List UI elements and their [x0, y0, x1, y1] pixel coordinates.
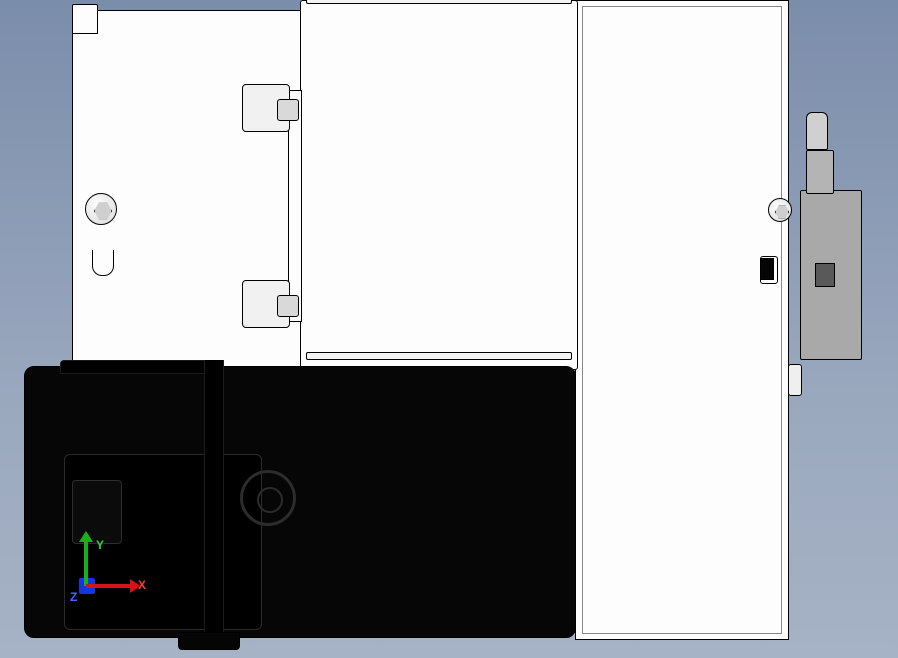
axis-x-icon[interactable] — [86, 584, 132, 588]
hex-screw-right — [768, 198, 792, 222]
motor-bottom-stub — [178, 632, 240, 650]
center-panel-lip-top — [306, 0, 572, 4]
front-column-inner-edge — [582, 6, 782, 634]
axis-z-label: Z — [70, 590, 77, 604]
motor-clamp-band — [204, 360, 224, 646]
plate-ear-left — [72, 4, 98, 34]
motor-top-lip — [60, 360, 220, 374]
axis-y-label: Y — [96, 538, 104, 552]
plate-notch — [92, 250, 114, 276]
hex-screw-left — [85, 193, 117, 225]
standoff-pin-top — [277, 99, 299, 121]
axis-y-icon[interactable] — [84, 540, 88, 586]
motor-bore-inner — [257, 487, 283, 513]
bracket-arm — [806, 150, 834, 194]
standoff-rail — [288, 90, 302, 322]
standoff-boss-top — [242, 84, 290, 132]
standoff-boss-bottom — [242, 280, 290, 328]
column-peg — [760, 258, 774, 280]
axis-triad[interactable]: Y X Z — [46, 540, 126, 620]
axis-x-label: X — [138, 578, 146, 592]
bracket-plate — [800, 190, 862, 360]
cad-viewport[interactable]: Y X Z — [0, 0, 898, 658]
standoff-pin-bottom — [277, 295, 299, 317]
center-panel-lip-bottom — [306, 352, 572, 360]
bracket-pin — [806, 112, 828, 150]
motor-bore-ring — [240, 470, 296, 526]
center-panel — [300, 0, 578, 370]
bracket-slot — [815, 263, 835, 287]
front-column-cap — [788, 364, 802, 396]
